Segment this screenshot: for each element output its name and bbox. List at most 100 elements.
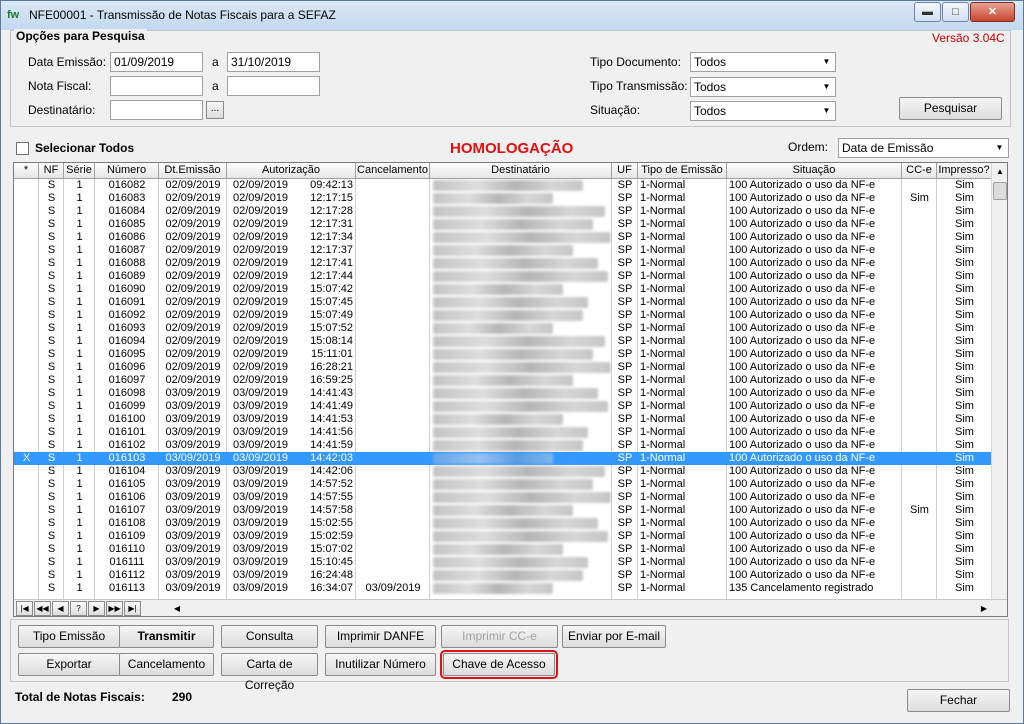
nav-search-button[interactable]: ?: [70, 601, 87, 616]
chevron-down-icon[interactable]: ▼: [819, 79, 834, 95]
close-button[interactable]: ✕: [970, 2, 1015, 22]
nav-first-button[interactable]: |◀: [16, 601, 33, 616]
table-row[interactable]: S 1 016111 03/09/2019 SP 1-Normal 100 Autoriza…: [14, 556, 991, 569]
table-row[interactable]: S 1 016112 03/09/2019 SP 1-Normal 100 Autoriza…: [14, 569, 991, 582]
tipo-transmissao-select[interactable]: Todos ▼: [690, 77, 836, 97]
cell-numero: 016111: [109, 556, 145, 568]
table-row[interactable]: S 1 016089 02/09/2019 SP 1-Normal 100 Autoriza…: [14, 270, 991, 283]
table-row[interactable]: S 1 016106 03/09/2019 SP 1-Normal 100 Autoriza…: [14, 491, 991, 504]
cell-tipo-emissao: 1-Normal: [640, 400, 686, 412]
table-row[interactable]: S 1 016098 03/09/2019 SP 1-Normal 100 Autoriza…: [14, 387, 991, 400]
header-col-situacao[interactable]: Situação: [727, 163, 902, 179]
pesquisar-button[interactable]: Pesquisar: [899, 97, 1002, 120]
scroll-right-icon[interactable]: ▶: [976, 601, 992, 616]
table-row[interactable]: S 1 016086 02/09/2019 SP 1-Normal 100 Autoriza…: [14, 231, 991, 244]
header-col-cancelamento[interactable]: Cancelamento: [356, 163, 430, 179]
cell-cancelamento: [358, 465, 428, 478]
transmitir-button[interactable]: Transmitir: [119, 625, 214, 648]
header-col-destinatario[interactable]: Destinatário: [430, 163, 612, 179]
data-emissao-from-field[interactable]: 01/09/2019: [110, 52, 203, 72]
chevron-down-icon[interactable]: ▼: [992, 140, 1007, 156]
tipo-documento-select[interactable]: Todos ▼: [690, 52, 836, 72]
imprimir-cce-button[interactable]: Imprimir CC-e: [441, 625, 558, 648]
grid-body[interactable]: S 1 016082 02/09/2019 SP 1-Normal 100 Autoriza…: [14, 179, 991, 599]
imprimir-danfe-button[interactable]: Imprimir DANFE: [325, 625, 436, 648]
table-row[interactable]: S 1 016108 03/09/2019 SP 1-Normal 100 Autoriza…: [14, 517, 991, 530]
title-bar[interactable]: fw NFE00001 - Transmissão de Notas Fisca…: [1, 1, 1023, 30]
destinatario-lookup-button[interactable]: ...: [206, 101, 224, 119]
vertical-scrollbar[interactable]: ▲: [991, 163, 1007, 599]
situacao-select[interactable]: Todos ▼: [690, 101, 836, 121]
nav-next-button[interactable]: ▶: [88, 601, 105, 616]
header-col-numero[interactable]: Número: [95, 163, 159, 179]
header-col-mark[interactable]: *: [14, 163, 39, 179]
table-row[interactable]: S 1 016097 02/09/2019 SP 1-Normal 100 Autoriza…: [14, 374, 991, 387]
cell-destinatario-redacted: [433, 453, 553, 464]
tipo-emissao-button[interactable]: Tipo Emissão: [18, 625, 120, 648]
table-row[interactable]: S 1 016087 02/09/2019 SP 1-Normal 100 Autoriza…: [14, 244, 991, 257]
table-row[interactable]: S 1 016085 02/09/2019 SP 1-Normal 100 Autoriza…: [14, 218, 991, 231]
select-all-label[interactable]: Selecionar Todos: [35, 141, 134, 155]
table-row[interactable]: S 1 016083 02/09/2019 SP 1-Normal 100 Autoriza…: [14, 192, 991, 205]
ordem-select[interactable]: Data de Emissão ▼: [838, 138, 1009, 158]
enviar-email-button[interactable]: Enviar por E-mail: [562, 625, 666, 648]
data-emissao-to-field[interactable]: 31/10/2019: [227, 52, 320, 72]
table-row[interactable]: S 1 016101 03/09/2019 SP 1-Normal 100 Autoriza…: [14, 426, 991, 439]
table-row[interactable]: S 1 016082 02/09/2019 SP 1-Normal 100 Autoriza…: [14, 179, 991, 192]
cancelamento-button[interactable]: Cancelamento: [119, 653, 214, 676]
cell-tipo-emissao: 1-Normal: [640, 387, 686, 399]
table-row[interactable]: S 1 016091 02/09/2019 SP 1-Normal 100 Autoriza…: [14, 296, 991, 309]
nav-prev-button[interactable]: ◀: [52, 601, 69, 616]
table-row[interactable]: S 1 016088 02/09/2019 SP 1-Normal 100 Autoriza…: [14, 257, 991, 270]
table-row-selected[interactable]: X S 1 016103 03/09/2019 SP 1-Normal 100 Autoriz…: [14, 452, 991, 465]
scroll-left-icon[interactable]: ◀: [169, 601, 185, 616]
nota-fiscal-from-field[interactable]: [110, 76, 203, 96]
header-col-impresso[interactable]: Impresso?: [937, 163, 992, 179]
table-row[interactable]: S 1 016109 03/09/2019 SP 1-Normal 100 Autoriza…: [14, 530, 991, 543]
select-all-checkbox[interactable]: [16, 142, 29, 155]
invoice-grid[interactable]: * NF Série Número Dt.Emissão Autorização Cance…: [13, 162, 1008, 617]
maximize-button[interactable]: □: [942, 2, 969, 22]
table-row[interactable]: S 1 016105 03/09/2019 SP 1-Normal 100 Autoriza…: [14, 478, 991, 491]
table-row[interactable]: S 1 016113 03/09/2019 03/09/2019 SP 1-Normal 13…: [14, 582, 991, 595]
table-row[interactable]: S 1 016110 03/09/2019 SP 1-Normal 100 Autoriza…: [14, 543, 991, 556]
table-row[interactable]: S 1 016090 02/09/2019 SP 1-Normal 100 Autoriza…: [14, 283, 991, 296]
table-row[interactable]: S 1 016093 02/09/2019 SP 1-Normal 100 Autoriza…: [14, 322, 991, 335]
header-col-autorizacao[interactable]: Autorização: [227, 163, 356, 179]
fechar-button[interactable]: Fechar: [907, 689, 1010, 712]
consulta-button[interactable]: Consulta: [221, 625, 318, 648]
header-col-nf[interactable]: NF: [39, 163, 64, 179]
nav-prev-page-button[interactable]: ◀◀: [34, 601, 51, 616]
table-row[interactable]: S 1 016092 02/09/2019 SP 1-Normal 100 Autoriza…: [14, 309, 991, 322]
nota-fiscal-to-field[interactable]: [227, 76, 320, 96]
exportar-button[interactable]: Exportar: [18, 653, 120, 676]
carta-correcao-button[interactable]: Carta de Correção: [221, 653, 318, 692]
table-row[interactable]: S 1 016096 02/09/2019 SP 1-Normal 100 Autoriza…: [14, 361, 991, 374]
chevron-down-icon[interactable]: ▼: [819, 103, 834, 119]
scroll-thumb[interactable]: [993, 182, 1007, 200]
header-col-cce[interactable]: CC-e: [902, 163, 937, 179]
table-row[interactable]: S 1 016094 02/09/2019 SP 1-Normal 100 Autoriza…: [14, 335, 991, 348]
header-col-tipo-emissao[interactable]: Tipo de Emissão: [638, 163, 727, 179]
header-col-dt-emissao[interactable]: Dt.Emissão: [159, 163, 227, 179]
chave-acesso-button[interactable]: Chave de Acesso: [440, 650, 558, 679]
table-row[interactable]: S 1 016107 03/09/2019 SP 1-Normal 100 Autoriza…: [14, 504, 991, 517]
table-row[interactable]: S 1 016102 03/09/2019 SP 1-Normal 100 Autoriza…: [14, 439, 991, 452]
table-row[interactable]: S 1 016100 03/09/2019 SP 1-Normal 100 Autoriza…: [14, 413, 991, 426]
table-row[interactable]: S 1 016104 03/09/2019 SP 1-Normal 100 Autoriza…: [14, 465, 991, 478]
scroll-up-icon[interactable]: ▲: [992, 163, 1007, 180]
nav-next-page-button[interactable]: ▶▶: [106, 601, 123, 616]
cell-autorizacao-hora: 14:42:06: [310, 465, 353, 477]
cell-serie: 1: [76, 270, 83, 282]
destinatario-field[interactable]: [110, 100, 203, 120]
cell-situacao: 100 Autorizado o uso da NF-e: [729, 335, 876, 347]
inutilizar-numero-button[interactable]: Inutilizar Número: [325, 653, 436, 676]
header-col-serie[interactable]: Série: [64, 163, 95, 179]
chevron-down-icon[interactable]: ▼: [819, 54, 834, 70]
minimize-button[interactable]: ▬: [914, 2, 941, 22]
nav-last-button[interactable]: ▶|: [124, 601, 141, 616]
table-row[interactable]: S 1 016084 02/09/2019 SP 1-Normal 100 Autoriza…: [14, 205, 991, 218]
table-row[interactable]: S 1 016099 03/09/2019 SP 1-Normal 100 Autoriza…: [14, 400, 991, 413]
header-col-uf[interactable]: UF: [612, 163, 638, 179]
table-row[interactable]: S 1 016095 02/09/2019 SP 1-Normal 100 Autoriza…: [14, 348, 991, 361]
